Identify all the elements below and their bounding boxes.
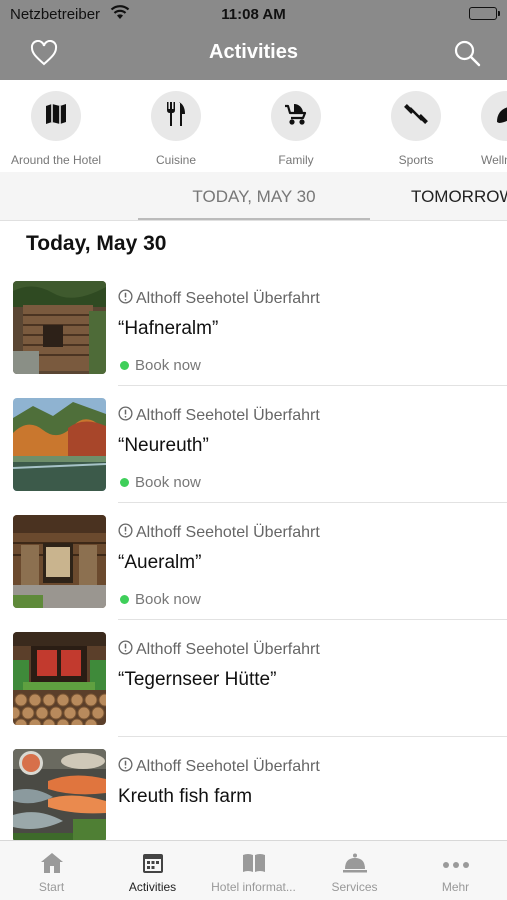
section-title: Today, May 30 [26,232,167,255]
separator [118,385,507,386]
venue-label: Althoff Seehotel Überfahrt [136,407,320,424]
more-icon [442,856,470,874]
activity-thumbnail-tegernseer-huette [13,632,106,725]
page-title: Activities [209,41,298,63]
leaf-icon [494,102,507,131]
info-icon [118,523,133,543]
category-family[interactable]: Family [241,91,351,167]
venue-label: Althoff Seehotel Überfahrt [136,290,320,307]
category-around-the-hotel[interactable]: Around the Hotel [1,91,111,167]
activity-item[interactable]: Althoff Seehotel Überfahrt “Aueralm” Boo… [0,515,507,633]
activity-thumbnail-neureuth [13,398,106,491]
tab-mehr[interactable]: Mehr [405,841,506,900]
availability-dot [120,478,129,487]
activity-name: “Tegernseer Hütte” [118,669,277,690]
tab-hotel-information[interactable]: Hotel informat... [203,841,304,900]
tab-start[interactable]: Start [1,841,102,900]
activity-venue: Althoff Seehotel Überfahrt [118,640,320,660]
fork-knife-icon [164,101,188,132]
status-bar: Netzbetreiber 11:08 AM [0,0,507,28]
tab-today[interactable]: TODAY, MAY 30 [138,187,370,207]
category-sports[interactable]: Sports [361,91,471,167]
book-label: Book now [135,474,201,491]
info-icon [118,757,133,777]
activity-item[interactable]: Althoff Seehotel Überfahrt “Hafneralm” B… [0,281,507,399]
dumbbell-icon [403,101,429,132]
activity-venue: Althoff Seehotel Überfahrt [118,406,320,426]
book-now-link[interactable]: Book now [120,474,201,491]
separator [118,736,507,737]
status-time: 11:08 AM [221,6,286,23]
tab-label: Start [38,880,65,894]
active-tab-indicator [138,218,370,220]
activity-name: Kreuth fish farm [118,786,253,807]
category-label: Cuisine [155,153,197,167]
category-label: Around the Hotel [10,153,102,167]
activity-item[interactable]: Althoff Seehotel Überfahrt “Tegernseer H… [0,632,507,750]
navigation-bar: Activities [0,28,507,80]
venue-label: Althoff Seehotel Überfahrt [136,641,320,658]
calendar-icon [141,851,165,880]
category-label: Family [278,153,314,167]
info-icon [118,640,133,660]
activity-thumbnail-aueralm [13,515,106,608]
bottom-tab-bar: Start Activities Hotel informat... Servi… [0,840,507,900]
book-now-link[interactable]: Book now [120,591,201,608]
book-now-link[interactable]: Book now [120,357,201,374]
category-strip: Around the Hotel Cuisine Family Sports W… [0,80,507,172]
home-icon [39,851,65,880]
tab-label: Hotel informat... [211,880,296,894]
tab-label: Mehr [441,880,470,894]
activity-name: “Hafneralm” [118,318,219,339]
venue-label: Althoff Seehotel Überfahrt [136,524,320,541]
book-icon [241,852,267,879]
category-label: Sports [398,153,434,167]
separator [118,502,507,503]
tab-services[interactable]: Services [304,841,405,900]
map-icon [44,102,68,131]
separator [118,619,507,620]
tab-label: Services [331,880,378,894]
tab-tomorrow[interactable]: TOMORROW [411,187,507,207]
stroller-icon [283,102,309,131]
battery-icon [469,7,500,20]
availability-dot [120,361,129,370]
tab-label: Activities [128,880,177,894]
category-cuisine[interactable]: Cuisine [121,91,231,167]
book-label: Book now [135,591,201,608]
activity-thumbnail-hafneralm [13,281,106,374]
tab-activities[interactable]: Activities [102,841,203,900]
date-tabs: TODAY, MAY 30 TOMORROW [0,172,507,221]
info-icon [118,289,133,309]
service-bell-icon [342,852,368,879]
venue-label: Althoff Seehotel Überfahrt [136,758,320,775]
activity-venue: Althoff Seehotel Überfahrt [118,523,320,543]
activity-item[interactable]: Althoff Seehotel Überfahrt “Neureuth” Bo… [0,398,507,516]
availability-dot [120,595,129,604]
info-icon [118,406,133,426]
activity-name: “Neureuth” [118,435,209,456]
activity-venue: Althoff Seehotel Überfahrt [118,757,320,777]
search-icon[interactable] [453,39,481,72]
category-wellness[interactable]: Wellness [457,91,507,167]
activity-name: “Aueralm” [118,552,202,573]
activity-venue: Althoff Seehotel Überfahrt [118,289,320,309]
book-label: Book now [135,357,201,374]
category-label: Wellness [481,153,507,167]
activity-thumbnail-kreuth-fish-farm [13,749,106,842]
